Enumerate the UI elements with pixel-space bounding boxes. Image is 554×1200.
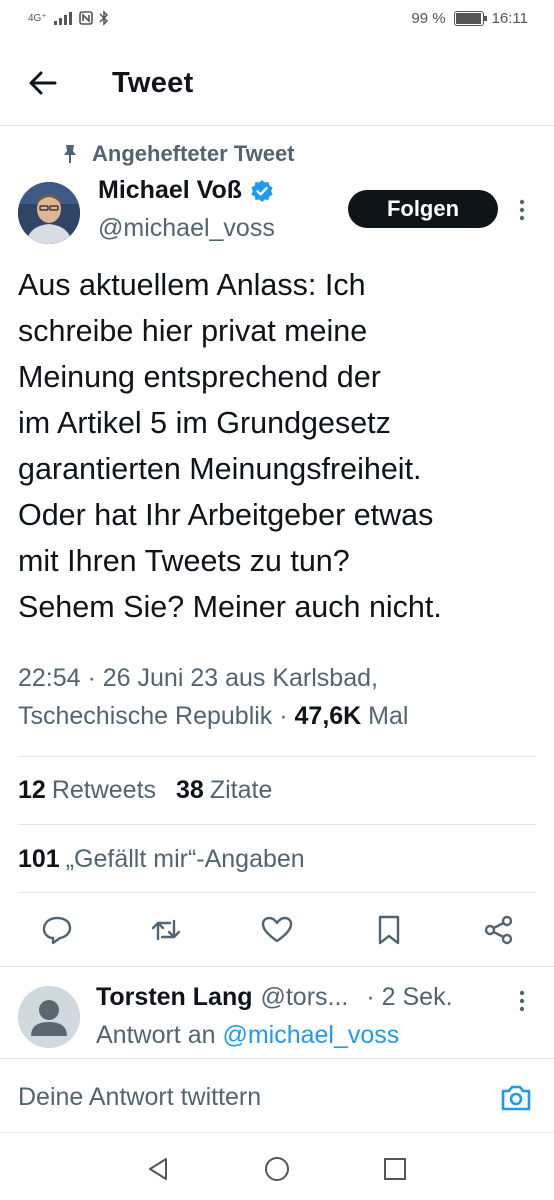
nav-home-button[interactable] xyxy=(263,1155,291,1183)
reply-button[interactable] xyxy=(40,913,74,947)
status-bar: 4G⁺ 99 % 16:11 xyxy=(0,0,554,40)
page-title: Tweet xyxy=(112,67,194,99)
bluetooth-icon xyxy=(99,10,108,26)
views-label: Mal xyxy=(361,702,409,730)
reply-author-name[interactable]: Torsten Lang xyxy=(96,983,252,1012)
tweet-location-views: Tschechische Republik · 47,6K Mal xyxy=(18,697,538,735)
likes-stat[interactable]: 101 „Gefällt mir“-Angaben xyxy=(18,845,305,874)
retweets-label: Retweets xyxy=(51,776,157,804)
like-button[interactable] xyxy=(260,913,294,947)
battery-icon xyxy=(453,11,487,26)
nav-recents-button[interactable] xyxy=(381,1155,409,1183)
author-avatar[interactable] xyxy=(18,182,80,244)
arrow-left-icon xyxy=(29,71,57,95)
more-options-button[interactable] xyxy=(512,195,532,225)
reply-header: Torsten Lang @tors... · 2 Sek. xyxy=(96,983,506,1012)
like-icon xyxy=(261,916,293,943)
divider xyxy=(18,892,536,893)
views-count: 47,6K xyxy=(294,702,362,730)
follow-button[interactable]: Folgen xyxy=(348,190,498,228)
status-left: 4G⁺ xyxy=(28,10,109,26)
tweet-location: Tschechische Republik · xyxy=(18,702,295,730)
reply-author-handle[interactable]: @tors... xyxy=(260,983,348,1012)
top-app-bar: Tweet xyxy=(0,40,554,126)
status-right: 99 % 16:11 xyxy=(411,10,528,27)
battery-percent: 99 % xyxy=(411,10,446,27)
battery-level xyxy=(455,13,482,24)
share-icon xyxy=(484,915,513,945)
retweet-button[interactable] xyxy=(149,913,183,947)
nfc-icon xyxy=(78,11,93,25)
reply-avatar[interactable] xyxy=(18,986,80,1048)
nav-back-button[interactable] xyxy=(144,1155,172,1183)
pinned-text: Angehefteter Tweet xyxy=(92,141,295,166)
bookmark-icon xyxy=(378,915,400,945)
likes-label: „Gefällt mir“-Angaben xyxy=(65,845,305,873)
tweet-meta: 22:54 · 26 Juni 23 aus Karlsbad, Tschech… xyxy=(18,659,538,735)
square-recents-icon xyxy=(384,1158,406,1180)
signal-icon xyxy=(53,12,72,25)
author-name-text: Michael Voß xyxy=(98,176,243,204)
back-button[interactable] xyxy=(26,66,60,100)
retweet-icon xyxy=(151,919,181,941)
reply-time[interactable]: · 2 Sek. xyxy=(366,983,452,1012)
author-name[interactable]: Michael Voß xyxy=(98,176,274,205)
tweet-text: Aus aktuellem Anlass: Ich schreibe hier … xyxy=(18,268,442,624)
reply-input[interactable] xyxy=(18,1079,458,1115)
divider xyxy=(18,756,536,757)
bookmark-button[interactable] xyxy=(372,913,406,947)
circle-home-icon xyxy=(265,1157,289,1181)
retweets-stat[interactable]: 12 Retweets xyxy=(18,776,156,805)
section-divider xyxy=(0,966,554,967)
retweets-count: 12 xyxy=(18,776,46,804)
divider xyxy=(18,824,536,825)
reply-icon xyxy=(42,916,72,945)
pin-icon xyxy=(64,145,76,163)
more-vertical-icon xyxy=(519,990,525,1012)
reply-to-prefix: Antwort an xyxy=(96,1021,223,1049)
author-handle[interactable]: @michael_voss xyxy=(98,214,275,243)
share-button[interactable] xyxy=(482,913,516,947)
stats-row-likes: 101 „Gefällt mir“-Angaben xyxy=(18,845,305,874)
reply-composer xyxy=(0,1058,554,1132)
reply-to-handle-link[interactable]: @michael_voss xyxy=(222,1021,399,1049)
camera-button[interactable] xyxy=(500,1083,532,1113)
reply-to-line: Antwort an @michael_voss xyxy=(96,1021,399,1050)
tweet-timestamp[interactable]: 22:54 · 26 Juni 23 aus Karlsbad, xyxy=(18,659,538,697)
author-photo xyxy=(18,182,80,244)
likes-count: 101 xyxy=(18,845,60,873)
more-vertical-icon xyxy=(519,199,525,221)
verified-badge-icon xyxy=(251,179,273,202)
clock: 16:11 xyxy=(491,10,528,27)
quotes-count: 38 xyxy=(176,776,204,804)
pinned-label: Angehefteter Tweet xyxy=(62,141,295,167)
camera-icon xyxy=(501,1085,531,1111)
network-indicator: 4G⁺ xyxy=(28,12,47,24)
tweet-actions xyxy=(0,905,554,957)
reply-more-button[interactable] xyxy=(512,986,532,1016)
triangle-back-icon xyxy=(149,1158,167,1180)
stats-row-retweets: 12 Retweets 38 Zitate xyxy=(18,776,272,805)
quotes-label: Zitate xyxy=(209,776,273,804)
default-avatar-icon xyxy=(18,986,80,1048)
quotes-stat[interactable]: 38 Zitate xyxy=(176,776,272,805)
system-nav-bar xyxy=(0,1132,554,1200)
